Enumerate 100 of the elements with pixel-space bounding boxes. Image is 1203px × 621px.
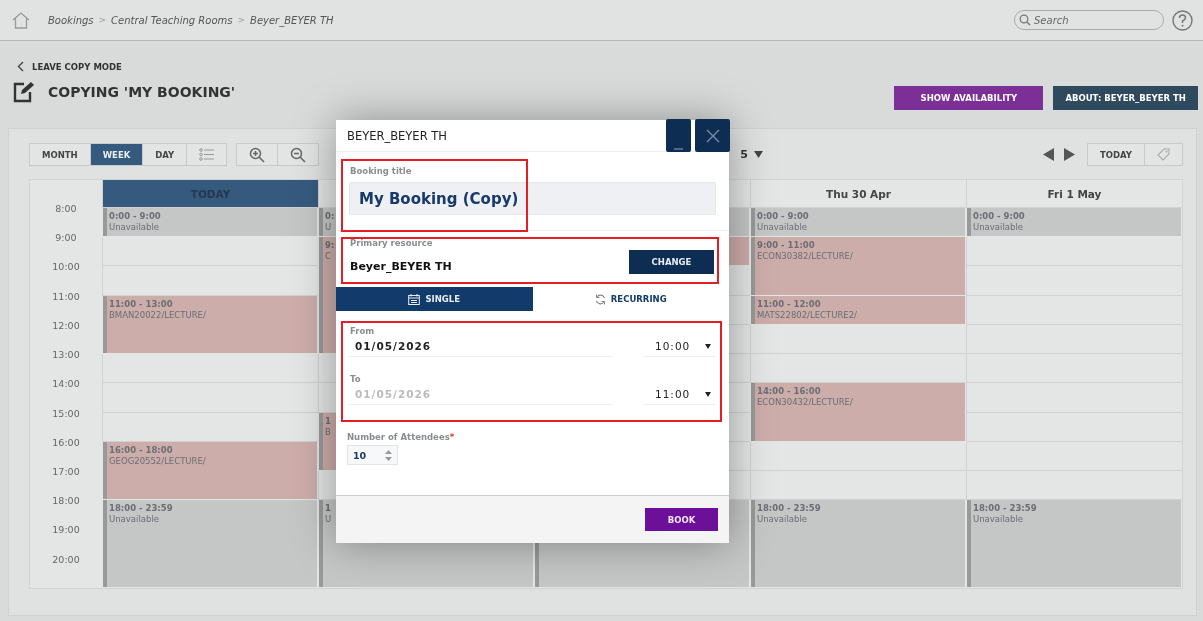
- event-label: U: [325, 222, 332, 232]
- event-label: C: [325, 251, 331, 262]
- time-label: 14:00: [52, 378, 80, 390]
- breadcrumb-separator: >: [237, 15, 245, 25]
- time-label: 19:00: [52, 524, 80, 536]
- next-arrow-icon[interactable]: [1064, 148, 1075, 161]
- free-time-slot[interactable]: [102, 354, 318, 384]
- page-title: COPYING 'MY BOOKING': [48, 84, 236, 100]
- day-title: Fri 1 May: [1047, 187, 1102, 200]
- dialog-title: BEYER_BEYER TH: [347, 129, 448, 143]
- event-time: 1: [325, 503, 331, 514]
- view-tab[interactable]: WEEK: [90, 144, 144, 165]
- event-label: MATS22802/LECTURE2/: [757, 309, 857, 320]
- free-time-slot[interactable]: [966, 295, 1182, 325]
- leave-copy-mode-link[interactable]: LEAVE COPY MODE: [32, 61, 122, 72]
- field-label: From: [350, 326, 376, 336]
- event-time: 0:00 - 9:00: [757, 211, 809, 221]
- event-label: B: [325, 426, 331, 437]
- zoom-in-icon: [249, 146, 266, 163]
- event-time: 0:00 - 9:00: [109, 211, 161, 221]
- free-time-slot[interactable]: [102, 412, 318, 442]
- field-label: Booking title: [350, 166, 413, 176]
- event-time: 0:: [325, 211, 335, 221]
- close-button[interactable]: [695, 119, 730, 152]
- booking-title-field[interactable]: My Booking (Copy): [349, 182, 716, 215]
- book-button[interactable]: BOOK: [645, 508, 718, 531]
- change-button[interactable]: CHANGE: [629, 250, 714, 274]
- calendar-icon: [408, 293, 421, 305]
- time-label: 9:00: [55, 232, 77, 244]
- day-title: Thu 30 Apr: [826, 187, 891, 200]
- event-time: 16:00 - 18:00: [109, 444, 173, 455]
- time-label: 16:00: [52, 436, 80, 448]
- free-time-slot[interactable]: [966, 266, 1182, 296]
- chevron-left-icon[interactable]: [17, 61, 24, 72]
- free-time-slot[interactable]: [102, 266, 318, 296]
- event-label: Unavailable: [109, 514, 159, 525]
- free-time-slot[interactable]: [750, 441, 966, 471]
- event-label: Unavailable: [109, 222, 159, 232]
- date-field[interactable]: 01/05/2026: [349, 336, 613, 357]
- free-time-slot[interactable]: [966, 324, 1182, 355]
- field-label: Primary resource: [350, 238, 434, 248]
- time-label: 12:00: [52, 319, 80, 331]
- event-time: 14:00 - 16:00: [757, 386, 821, 397]
- breadcrumb-link[interactable]: Central Teaching Rooms: [111, 14, 233, 26]
- breadcrumb-separator: >: [98, 15, 107, 25]
- field-label: To: [350, 374, 362, 384]
- time-label: 20:00: [52, 553, 80, 565]
- attendees-number-field[interactable]: 10: [347, 445, 398, 465]
- breadcrumb-link[interactable]: Bookings: [48, 14, 94, 26]
- event-time: 9:: [325, 240, 335, 251]
- free-time-slot[interactable]: [966, 354, 1182, 384]
- event-time: 18:00 - 23:59: [973, 503, 1037, 514]
- event-label: ECON30382/LECTURE/: [757, 251, 853, 262]
- refresh-icon: [594, 293, 606, 305]
- about-button[interactable]: ABOUT: BEYER_BEYER TH: [1053, 86, 1198, 110]
- resource-name: Beyer_BEYER TH: [350, 259, 452, 273]
- free-time-slot[interactable]: [102, 237, 318, 267]
- search-field[interactable]: Search: [1014, 10, 1164, 30]
- time-label: 13:00: [52, 349, 80, 361]
- time-label: 18:00: [52, 495, 80, 507]
- free-time-slot[interactable]: [102, 383, 318, 413]
- close-icon: [705, 128, 720, 143]
- free-time-slot[interactable]: [750, 324, 966, 355]
- event-label: Unavailable: [757, 222, 807, 232]
- free-time-slot[interactable]: [966, 412, 1182, 442]
- list-icon: [199, 148, 215, 161]
- event-time: 18:00 - 23:59: [109, 503, 173, 514]
- caret-down-icon: [705, 391, 711, 397]
- free-time-slot[interactable]: [966, 383, 1182, 413]
- time-label: 17:00: [52, 465, 80, 477]
- event-time: 11:00 - 13:00: [109, 298, 173, 309]
- home-icon[interactable]: [12, 11, 30, 29]
- event-label: U: [325, 514, 332, 525]
- help-icon[interactable]: [1172, 9, 1193, 31]
- caret-down-icon[interactable]: [754, 151, 763, 158]
- caret-down-icon: [705, 343, 711, 349]
- field-label: Number of Attendees*: [347, 432, 455, 442]
- event-label: Unavailable: [973, 514, 1023, 525]
- minimize-button[interactable]: [666, 119, 691, 152]
- previous-arrow-icon[interactable]: [1043, 148, 1054, 161]
- breadcrumb-link[interactable]: Beyer_BEYER TH: [250, 14, 334, 26]
- free-time-slot[interactable]: [966, 441, 1182, 471]
- date-field: 01/05/2026: [349, 384, 613, 405]
- event-time: 11:00 - 12:00: [757, 298, 821, 309]
- time-label: 11:00: [52, 290, 80, 302]
- edit-icon: [12, 81, 36, 103]
- show-availability-button[interactable]: SHOW AVAILABILITY: [894, 86, 1044, 110]
- search-icon: [1019, 14, 1031, 26]
- spinner-arrows-icon: [385, 449, 392, 461]
- event-time: 0:00 - 9:00: [973, 211, 1025, 221]
- time-label: 8:00: [55, 203, 77, 214]
- free-time-slot[interactable]: [966, 237, 1182, 267]
- date-range-label[interactable]: 5: [740, 148, 748, 161]
- event-label: Unavailable: [973, 222, 1023, 232]
- zoom-out-icon: [290, 146, 307, 163]
- event-label: GEOG20552/LECTURE/: [109, 455, 206, 466]
- time-dropdown[interactable]: 10:00: [643, 336, 715, 357]
- time-label: 15:00: [52, 407, 80, 419]
- tag-icon: [1157, 148, 1170, 161]
- booking-type-tab[interactable]: SINGLE: [336, 287, 533, 311]
